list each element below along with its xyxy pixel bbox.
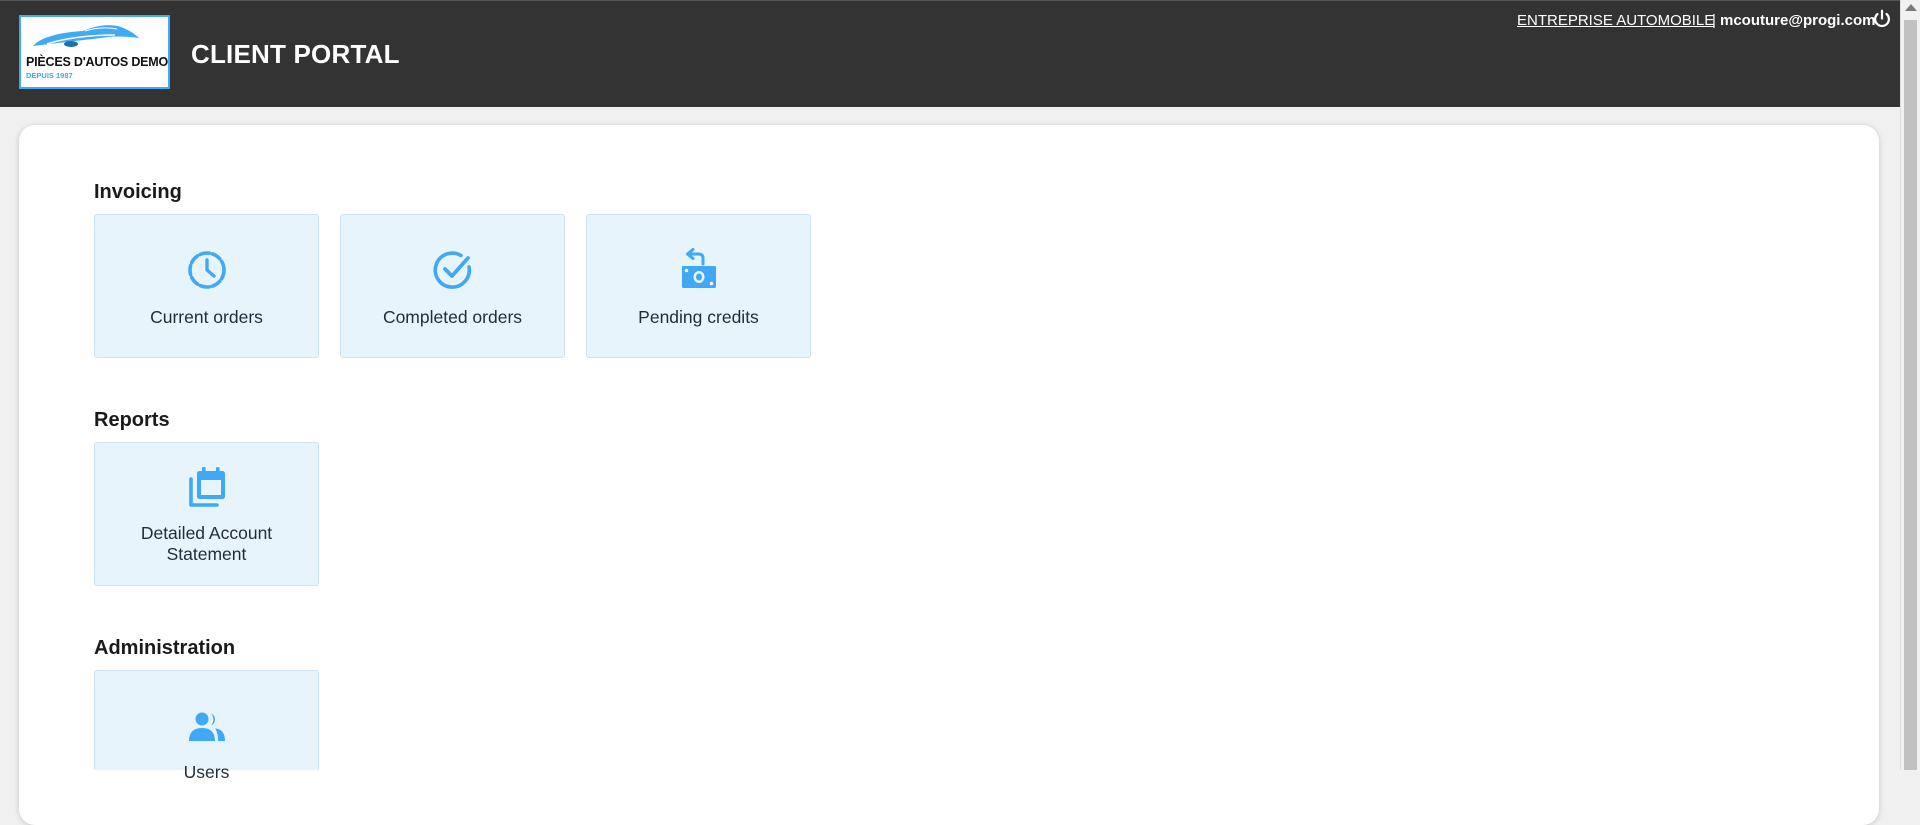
app-title: CLIENT PORTAL [191, 39, 400, 69]
tile-label: Current orders [150, 307, 263, 327]
logout-button[interactable] [1871, 8, 1893, 30]
header-separator: | [1712, 12, 1716, 29]
tile-label: Pending credits [638, 307, 759, 327]
company-link[interactable]: ENTREPRISE AUTOMOBILE [1517, 12, 1714, 29]
section-title-invoicing: Invoicing [94, 181, 182, 203]
check-circle-icon [433, 251, 471, 289]
scroll-thumb[interactable] [1904, 20, 1917, 770]
tile-label: Users [183, 762, 230, 782]
scroll-up-arrow[interactable] [1905, 4, 1917, 11]
logo-name: PIÈCES D'AUTOS DEMO [26, 55, 169, 69]
header-bar: PIÈCES D'AUTOS DEMO DEPUIS 1987 CLIENT P… [0, 0, 1900, 107]
tile-label: Detailed Account Statement [140, 523, 273, 564]
company-logo[interactable]: PIÈCES D'AUTOS DEMO DEPUIS 1987 [19, 15, 170, 89]
money-return-icon [681, 248, 716, 288]
clock-icon [187, 251, 226, 289]
user-email: mcouture@progi.com [1720, 12, 1876, 29]
tile-completed-orders[interactable]: Completed orders [340, 214, 565, 358]
car-logo-icon [33, 25, 139, 47]
tile-users[interactable]: Users [94, 670, 319, 782]
section-title-reports: Reports [94, 409, 170, 431]
tile-label: Completed orders [382, 307, 523, 327]
tile-pending-credits[interactable]: Pending credits [586, 214, 811, 358]
section-title-administration: Administration [94, 637, 236, 659]
calendar-stack-icon [188, 467, 225, 507]
tile-detailed-account-statement[interactable]: Detailed Account Statement [94, 442, 319, 586]
logo-tagline: DEPUIS 1987 [26, 71, 73, 80]
vertical-scrollbar[interactable] [1900, 0, 1920, 770]
power-icon [1874, 9, 1890, 28]
users-icon [188, 712, 225, 741]
tile-current-orders[interactable]: Current orders [94, 214, 319, 358]
